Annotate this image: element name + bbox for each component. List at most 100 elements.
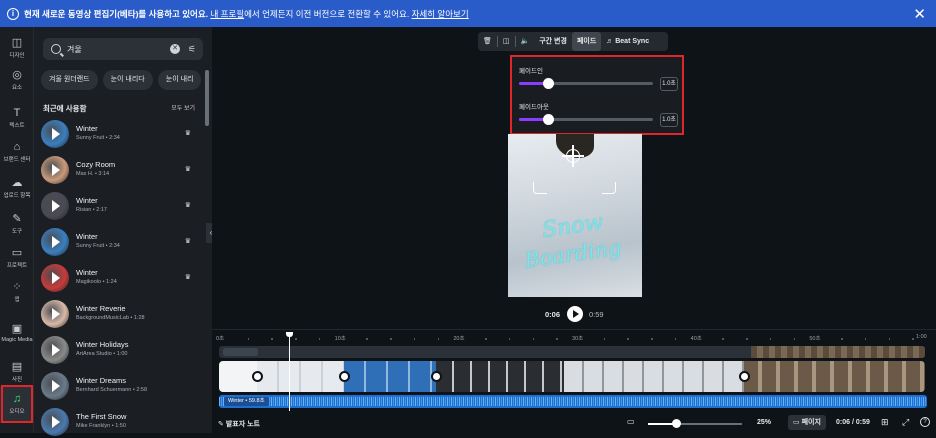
timeline-ruler[interactable]: 0초 10초 20초 30초 40초 50초 1:00 — [212, 334, 936, 344]
track-thumbnail[interactable] — [41, 120, 69, 148]
ruler-tick — [722, 338, 724, 340]
overlay-tail-clip[interactable] — [751, 346, 925, 358]
track-meta: Risian • 2:17 — [76, 207, 107, 213]
rail-item-projects[interactable]: ▭ 프로젝트 — [0, 247, 34, 269]
track-item[interactable]: Winter Holidays ArtArea Studio • 1:00 — [41, 334, 197, 366]
chip-winter-wonderland[interactable]: 겨울 원더랜드 — [41, 70, 98, 90]
crown-icon: ♛ — [184, 130, 191, 137]
ruler-label: 20초 — [453, 336, 465, 342]
ruler-label: 1:00 — [916, 334, 927, 340]
audio-track-lane[interactable]: Winter • 59.8초 — [219, 395, 927, 408]
playhead[interactable] — [286, 332, 293, 411]
chip-snow[interactable]: 눈이 내리 — [157, 70, 202, 90]
rail-item-photos[interactable]: ▤ 사진 — [0, 361, 34, 383]
split-icon[interactable]: ◫ — [498, 32, 515, 51]
fade-in-slider-knob[interactable] — [543, 78, 555, 89]
ruler-tick — [390, 338, 392, 340]
rail-item-uploads[interactable]: ☁ 업로드 항목 — [0, 177, 34, 199]
ruler-tick — [746, 338, 748, 340]
close-icon[interactable]: ✕ — [913, 5, 926, 23]
track-meta: Max H. • 3:14 — [76, 171, 110, 177]
transition-icon[interactable] — [739, 371, 750, 382]
rail-item-magic-media[interactable]: ▣ Magic Media — [0, 323, 34, 343]
track-item[interactable]: Winter Magikoolo • 1:24 ♛ — [41, 262, 197, 294]
rail-item-tools[interactable]: ✎ 도구 — [0, 213, 34, 235]
fade-out-slider-knob[interactable] — [543, 114, 555, 125]
grid-view-icon[interactable]: ⊞ — [881, 417, 889, 428]
transition-icon[interactable] — [431, 371, 442, 382]
track-item[interactable]: Winter Sunny Fruit • 2:34 ♛ — [41, 118, 197, 150]
panel-scrollbar[interactable] — [205, 70, 209, 126]
rail-item-apps[interactable]: ⁘ 앱 — [0, 281, 34, 303]
page-view-button[interactable]: ▭ 페이지 — [788, 415, 826, 430]
fade-button[interactable]: 페이드 — [571, 32, 602, 51]
transition-icon[interactable] — [339, 371, 350, 382]
track-thumbnail[interactable] — [41, 264, 69, 292]
playback-controls: 0:06 0:59 — [545, 306, 635, 322]
track-item[interactable]: Winter Reverie BackgroundMusicLab • 1:28 — [41, 298, 197, 330]
adjust-segment-button[interactable]: 구간 변경 — [534, 32, 572, 51]
banner-text: 에서 언제든지 이전 버전으로 전환할 수 있어요. — [244, 8, 410, 19]
rail-item-text[interactable]: T 텍스트 — [0, 107, 34, 129]
crown-icon: ♛ — [184, 202, 191, 209]
track-thumbnail[interactable] — [41, 372, 69, 400]
delete-icon[interactable]: 🗑 — [478, 32, 497, 51]
clip-4[interactable] — [436, 361, 564, 392]
search-input[interactable] — [67, 44, 167, 54]
beat-sync-button[interactable]: ♬ Beat Sync — [601, 32, 654, 51]
rail-item-brand[interactable]: ⌂ 브랜드 센터 — [0, 141, 34, 163]
track-thumbnail[interactable] — [41, 228, 69, 256]
fade-in-value[interactable]: 1.0초 — [660, 77, 678, 91]
duration: 0:59 — [589, 310, 604, 319]
track-title: Cozy Room — [76, 160, 116, 169]
zoom-slider[interactable] — [648, 419, 742, 428]
overlay-track-lane[interactable] — [219, 346, 925, 358]
banner-profile-link[interactable]: 내 프로필 — [210, 8, 244, 20]
video-preview[interactable]: Snow Boarding — [508, 134, 642, 297]
crown-icon: ♛ — [184, 238, 191, 245]
track-thumbnail[interactable] — [41, 408, 69, 436]
video-clip-track[interactable] — [219, 361, 925, 392]
track-item[interactable]: Winter Sunny Fruit • 2:34 ♛ — [41, 226, 197, 258]
clip-6[interactable] — [744, 361, 925, 392]
track-item[interactable]: The First Snow Mike Franklyn • 1:50 — [41, 406, 197, 438]
zoom-level[interactable]: 25% — [757, 419, 771, 426]
chip-snowing[interactable]: 눈이 내리다 — [102, 70, 153, 90]
filter-icon[interactable]: ⚟ — [188, 44, 196, 55]
rail-item-elements[interactable]: ◎ 요소 — [0, 69, 34, 91]
rail-item-design[interactable]: ◫ 디자인 — [0, 37, 34, 59]
volume-icon[interactable]: 🔈 — [516, 32, 535, 51]
music-note-icon: ♬ — [606, 38, 614, 45]
presenter-notes-button[interactable]: ✎ 발표자 노트 — [218, 419, 260, 429]
track-thumbnail[interactable] — [41, 156, 69, 184]
play-button[interactable] — [567, 306, 583, 322]
new-editor-banner: i 현재 새로운 동영상 편집기(베타)를 사용하고 있어요. 내 프로필 에서… — [0, 0, 936, 27]
fade-out-label: 페이드아웃 — [519, 104, 549, 111]
see-all-link[interactable]: 모두 보기 — [171, 103, 195, 112]
track-item[interactable]: Cozy Room Max H. • 3:14 ♛ — [41, 154, 197, 186]
focus-crosshair-icon[interactable] — [562, 145, 584, 167]
clip-2[interactable] — [257, 361, 350, 392]
help-icon[interactable]: ? — [920, 417, 930, 427]
track-item[interactable]: Winter Risian • 2:17 ♛ — [41, 190, 197, 222]
shapes-icon: ◎ — [12, 69, 22, 81]
clip-1[interactable] — [219, 361, 263, 392]
clip-5[interactable] — [564, 361, 750, 392]
fullscreen-icon[interactable]: ⤢ — [902, 417, 909, 428]
fade-out-value[interactable]: 1.0초 — [660, 113, 678, 127]
transition-icon[interactable] — [252, 371, 263, 382]
monitor-icon[interactable]: ▭ — [627, 417, 635, 426]
track-thumbnail[interactable] — [41, 300, 69, 328]
fade-in-slider[interactable] — [519, 78, 653, 89]
banner-learn-more-link[interactable]: 자세히 알아보기 — [412, 8, 469, 20]
crown-icon: ♛ — [184, 166, 191, 173]
clip-3[interactable] — [344, 361, 442, 392]
recent-header: 최근에 사용함 모두 보기 — [43, 103, 195, 113]
track-thumbnail[interactable] — [41, 336, 69, 364]
fade-out-slider[interactable] — [519, 114, 653, 125]
track-item[interactable]: Winter Dreams Bernhard Schuermann • 2:58 — [41, 370, 197, 402]
ruler-tick — [674, 338, 677, 340]
track-thumbnail[interactable] — [41, 192, 69, 220]
clear-search-icon[interactable]: ✕ — [170, 44, 180, 54]
zoom-slider-knob[interactable] — [672, 419, 681, 428]
